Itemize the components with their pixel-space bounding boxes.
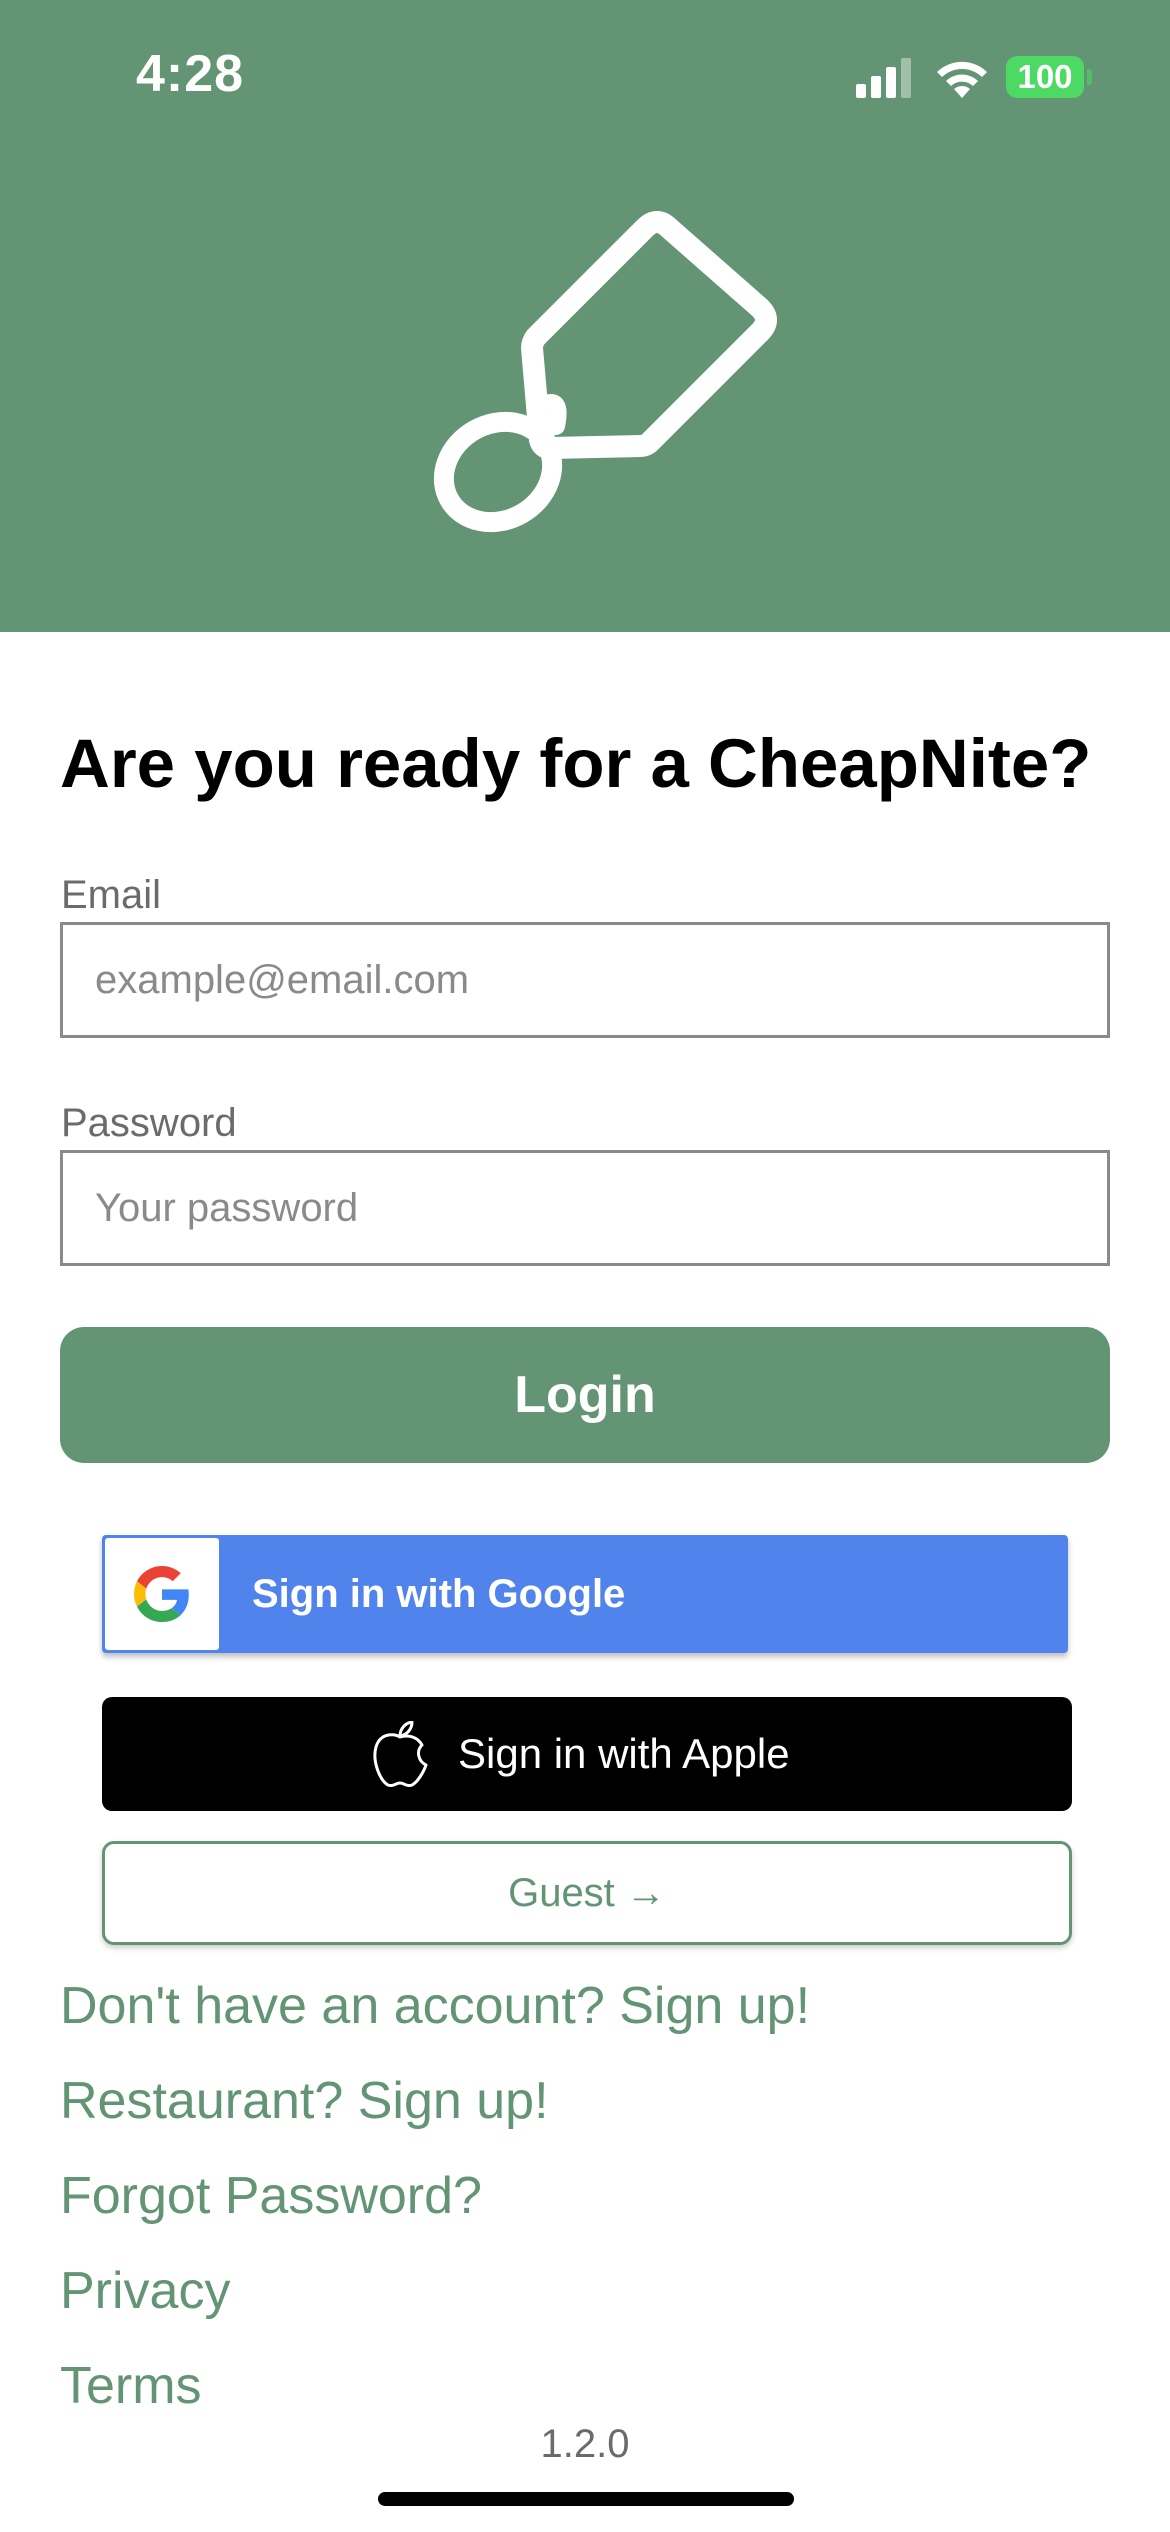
email-label: Email: [61, 873, 162, 917]
privacy-link[interactable]: Privacy: [60, 2261, 230, 2321]
email-field[interactable]: [60, 922, 1110, 1038]
google-button-label: Sign in with Google: [252, 1572, 626, 1616]
sign-up-link[interactable]: Don't have an account? Sign up!: [60, 1976, 810, 2036]
apple-sign-in-button[interactable]: Sign in with Apple: [102, 1697, 1072, 1811]
apple-icon: [373, 1721, 428, 1788]
wifi-icon: [937, 61, 987, 98]
google-logo-box: [105, 1538, 219, 1650]
battery-icon: 100: [1006, 56, 1092, 98]
guest-button[interactable]: Guest →: [102, 1841, 1072, 1945]
login-screen: 4:28 100 Are you ready for a CheapNite? …: [0, 0, 1170, 2532]
page-title: Are you ready for a CheapNite?: [60, 725, 1092, 802]
battery-level: 100: [1006, 56, 1084, 98]
header-banner: 4:28 100: [0, 0, 1170, 632]
google-sign-in-button[interactable]: Sign in with Google: [102, 1535, 1068, 1653]
password-label: Password: [61, 1101, 237, 1145]
price-tag-logo: [433, 211, 777, 533]
signal-icon: [856, 58, 911, 98]
home-indicator[interactable]: [378, 2492, 794, 2506]
status-time: 4:28: [136, 45, 245, 103]
google-g-icon: [134, 1566, 189, 1622]
forgot-password-link[interactable]: Forgot Password?: [60, 2166, 482, 2226]
login-button[interactable]: Login: [60, 1327, 1110, 1463]
app-version: 1.2.0: [540, 2422, 630, 2466]
apple-button-label: Sign in with Apple: [458, 1730, 790, 1777]
battery-cap: [1087, 69, 1092, 85]
terms-link[interactable]: Terms: [60, 2356, 202, 2416]
restaurant-sign-up-link[interactable]: Restaurant? Sign up!: [60, 2071, 549, 2131]
password-field[interactable]: [60, 1150, 1110, 1266]
